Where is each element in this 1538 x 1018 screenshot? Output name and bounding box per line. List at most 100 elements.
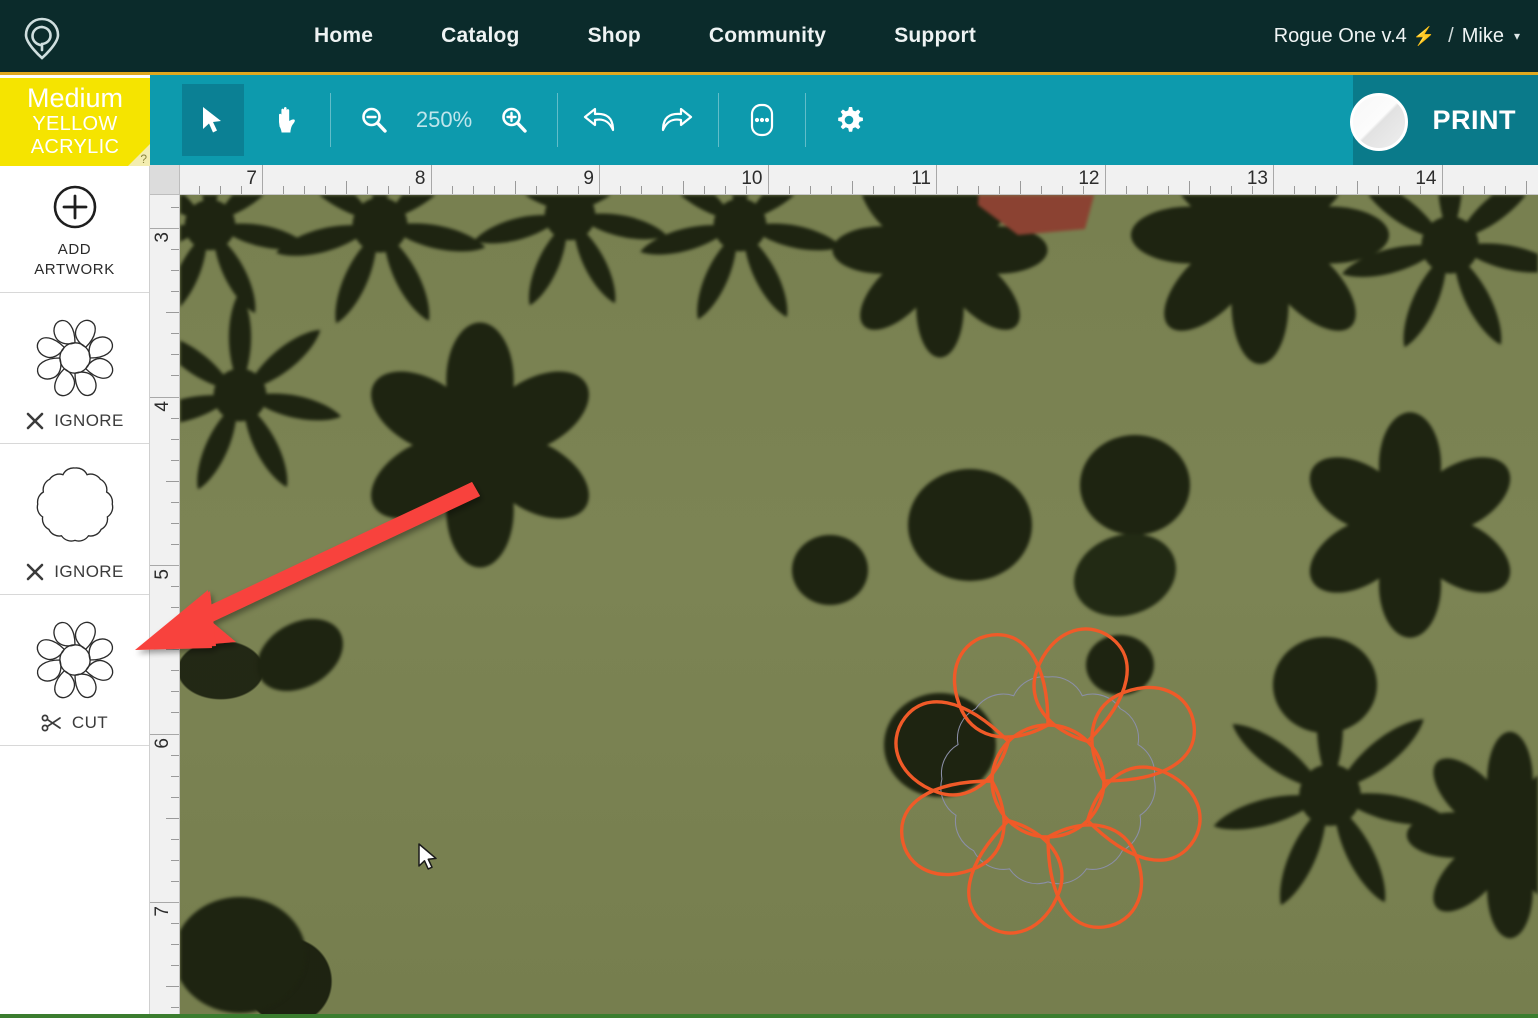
- ruler-tick-minor: [1062, 186, 1064, 194]
- ruler-tick-minor: [493, 186, 495, 194]
- ruler-tick-minor: [166, 817, 179, 819]
- ruler-tick-minor: [171, 670, 179, 672]
- pan-tool[interactable]: [256, 88, 318, 152]
- vertical-ruler[interactable]: 3 4 5 6 7: [150, 195, 180, 1014]
- chevron-down-icon[interactable]: ▾: [1514, 29, 1520, 43]
- toolbar-divider-4: [805, 93, 806, 147]
- nav-separator: /: [1448, 24, 1454, 47]
- ruler-tick-minor: [1399, 186, 1401, 194]
- x-icon: [25, 562, 45, 582]
- glowforge-app-window: Home Catalog Shop Community Support Rogu…: [0, 0, 1538, 1018]
- ruler-tick-minor: [171, 691, 179, 693]
- machine-name[interactable]: Rogue One v.4: [1274, 25, 1407, 48]
- nav-link-shop[interactable]: Shop: [554, 24, 675, 48]
- ruler-tick-minor: [171, 628, 179, 630]
- ruler-tick-minor: [1230, 186, 1232, 194]
- artwork-item-2-operation[interactable]: IGNORE: [0, 562, 149, 582]
- nav-link-support[interactable]: Support: [860, 24, 1010, 48]
- material-badge[interactable]: Medium YELLOW ACRYLIC ?: [0, 78, 150, 166]
- zoom-in-button[interactable]: [483, 88, 545, 152]
- zoom-level-value[interactable]: 250%: [411, 107, 477, 133]
- ruler-tick-minor: [171, 712, 179, 714]
- ruler-tick-minor: [1167, 186, 1169, 194]
- artwork-item-3-operation[interactable]: CUT: [0, 713, 149, 733]
- nav-link-home[interactable]: Home: [280, 24, 407, 48]
- ruler-tick-major: [150, 565, 179, 566]
- ruler-tick-minor: [325, 186, 327, 194]
- artwork-item-2[interactable]: IGNORE: [0, 444, 149, 595]
- ruler-tick-minor: [1357, 181, 1359, 194]
- editor-toolbar: 250% PRINT: [150, 75, 1538, 165]
- scalloped-outline-thumbnail: [36, 467, 113, 542]
- user-name[interactable]: Mike: [1462, 25, 1504, 48]
- ruler-tick-minor: [620, 186, 622, 194]
- add-artwork-label-line1: ADD: [57, 241, 92, 258]
- ruler-tick-major: [150, 396, 179, 398]
- glowforge-logo-icon[interactable]: [16, 12, 68, 64]
- ruler-tick-major: [936, 165, 937, 194]
- ruler-tick-major: [430, 165, 432, 194]
- nav-link-catalog[interactable]: Catalog: [407, 24, 553, 48]
- ruler-tick-minor: [240, 186, 242, 194]
- ruler-tick-minor: [809, 186, 811, 194]
- ruler-tick-minor: [171, 607, 179, 609]
- ruler-tick-minor: [641, 186, 643, 194]
- ruler-tick-minor: [171, 417, 179, 419]
- ruler-tick-minor: [388, 186, 390, 194]
- ruler-tick-major: [150, 733, 179, 735]
- ruler-label: 6: [152, 737, 173, 749]
- artwork-item-1-operation[interactable]: IGNORE: [0, 411, 149, 431]
- ruler-tick-minor: [1315, 186, 1317, 194]
- toolbar-divider: [330, 93, 331, 147]
- ruler-tick-minor: [171, 270, 179, 272]
- ruler-tick-minor: [171, 333, 179, 335]
- ruler-tick-minor: [1146, 186, 1148, 194]
- horizontal-ruler[interactable]: 7 8 9 10 11 12 13 14: [180, 165, 1538, 195]
- top-navigation-bar: Home Catalog Shop Community Support Rogu…: [0, 0, 1538, 75]
- ruler-tick-minor: [304, 186, 306, 194]
- undo-button[interactable]: [570, 88, 632, 152]
- add-artwork-button[interactable]: ADD ARTWORK: [0, 166, 149, 293]
- ruler-tick-major: [599, 165, 600, 194]
- material-name-line2: ACRYLIC: [30, 136, 120, 158]
- select-tool[interactable]: [182, 84, 244, 156]
- ruler-tick-minor: [171, 501, 179, 503]
- ruler-tick-major: [767, 165, 769, 194]
- ruler-tick-minor: [171, 459, 179, 461]
- material-help-marker[interactable]: ?: [140, 152, 147, 166]
- settings-button[interactable]: [818, 88, 880, 152]
- ruler-label: 10: [741, 168, 763, 189]
- artwork-item-1[interactable]: IGNORE: [0, 293, 149, 444]
- print-knob[interactable]: [1350, 93, 1408, 151]
- nav-link-community[interactable]: Community: [675, 24, 860, 48]
- artwork-item-3[interactable]: CUT: [0, 595, 149, 746]
- ruler-label: 8: [414, 168, 426, 189]
- ruler-tick-minor: [704, 186, 706, 194]
- print-button-label: PRINT: [1432, 104, 1516, 135]
- ruler-label: 7: [246, 168, 257, 189]
- ruler-tick-minor: [171, 438, 179, 440]
- ruler-tick-minor: [171, 375, 179, 377]
- ruler-tick-minor: [166, 480, 179, 482]
- ruler-tick-major: [262, 165, 263, 194]
- ruler-label: 13: [1246, 168, 1268, 189]
- ruler-tick-minor: [171, 859, 179, 861]
- ruler-tick-minor: [514, 181, 516, 194]
- ruler-tick-minor: [556, 186, 558, 194]
- ruler-tick-minor: [999, 186, 1001, 194]
- material-thickness: Medium: [26, 83, 124, 113]
- more-options-button[interactable]: [731, 88, 793, 152]
- zoom-out-button[interactable]: [343, 88, 405, 152]
- ruler-tick-minor: [409, 186, 411, 194]
- ruler-tick-major: [150, 228, 179, 229]
- print-bed-canvas[interactable]: [180, 195, 1538, 1014]
- bed-camera-photo: [180, 195, 1538, 1014]
- ruler-tick-minor: [171, 522, 179, 524]
- ruler-tick-minor: [346, 181, 348, 194]
- ruler-tick-minor: [893, 186, 895, 194]
- redo-button[interactable]: [644, 88, 706, 152]
- ruler-tick-minor: [872, 186, 874, 194]
- material-badge-text: Medium YELLOW ACRYLIC: [0, 78, 150, 159]
- ruler-label: 3: [152, 232, 173, 243]
- ruler-tick-minor: [171, 586, 179, 588]
